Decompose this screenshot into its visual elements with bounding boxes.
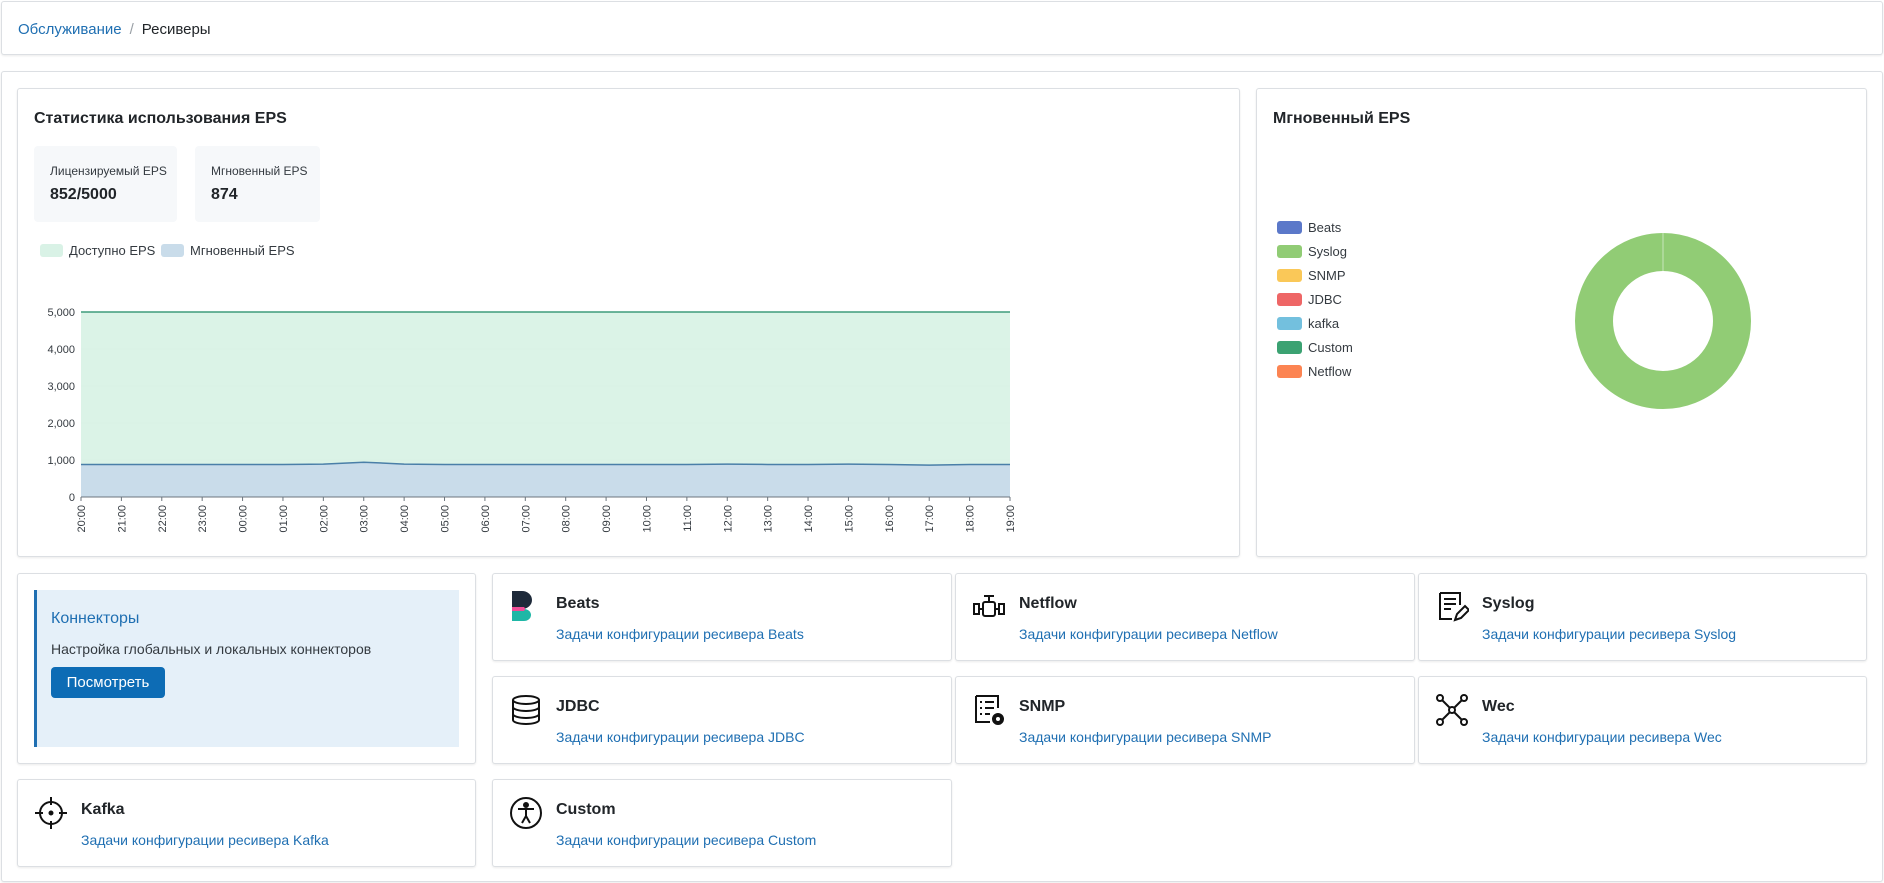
pie-slice-syslog[interactable] xyxy=(1575,233,1751,409)
receiver-config-link[interactable]: Задачи конфигурации ресивера Kafka xyxy=(81,832,329,848)
receiver-tile-beats[interactable]: Beats Задачи конфигурации ресивера Beats xyxy=(492,573,952,661)
x-tick-label: 12:00 xyxy=(722,505,734,533)
breadcrumb-bar: Обслуживание / Ресиверы xyxy=(1,1,1883,55)
x-tick-label: 13:00 xyxy=(763,505,775,533)
eps-area-chart: 5,000 4,000 3,000 2,000 1,000 020:00 21:00 22:0… xyxy=(47,307,1017,533)
legend-instant-eps[interactable]: Мгновенный EPS xyxy=(161,243,295,258)
x-tick-label: 00:00 xyxy=(238,505,250,533)
document-edit-icon xyxy=(1439,592,1469,622)
connectors-callout: Коннекторы Настройка глобальных и локаль… xyxy=(34,590,459,747)
y-tick-label: 3,000 xyxy=(47,381,75,393)
x-tick-label: 08:00 xyxy=(561,505,573,533)
receiver-tile-kafka[interactable]: Kafka Задачи конфигурации ресивера Kafka xyxy=(17,779,476,867)
x-tick-label: 19:00 xyxy=(1005,505,1017,533)
x-tick-label: 17:00 xyxy=(924,505,936,533)
connectors-title: Коннекторы xyxy=(51,610,140,627)
stat-label: Мгновенный EPS xyxy=(211,164,308,178)
legend-available-eps[interactable]: Доступно EPS xyxy=(40,243,155,258)
x-tick-label: 09:00 xyxy=(601,505,613,533)
x-tick-label: 01:00 xyxy=(278,505,290,533)
receiver-title: Kafka xyxy=(81,801,125,818)
receiver-tile-snmp[interactable]: SNMP Задачи конфигурации ресивера SNMP xyxy=(955,676,1415,764)
x-tick-label: 14:00 xyxy=(803,505,815,533)
view-connectors-button[interactable]: Посмотреть xyxy=(51,667,165,698)
receiver-config-link[interactable]: Задачи конфигурации ресивера Custom xyxy=(556,832,816,848)
x-tick-label: 20:00 xyxy=(76,505,88,533)
receiver-tile-wec[interactable]: Wec Задачи конфигурации ресивера Wec xyxy=(1418,676,1867,764)
x-tick-label: 15:00 xyxy=(843,505,855,533)
instant-eps-card: Мгновенный EPS Beats Syslog SNMP JDBC kafka C… xyxy=(1256,88,1867,557)
stat-value: 874 xyxy=(211,186,238,203)
x-tick-label: 23:00 xyxy=(197,505,209,533)
x-tick-label: 02:00 xyxy=(318,505,330,533)
instant-eps-donut-chart xyxy=(1575,233,1751,409)
eps-statistics-card: Статистика использования EPS Лицензируем… xyxy=(17,88,1240,557)
legend-swatch xyxy=(161,244,184,257)
x-tick-label: 10:00 xyxy=(641,505,653,533)
x-tick-label: 18:00 xyxy=(965,505,977,533)
receiver-config-link[interactable]: Задачи конфигурации ресивера Syslog xyxy=(1482,626,1736,642)
y-tick-label: 1,000 xyxy=(47,455,75,467)
y-tick-label: 0 xyxy=(69,492,75,504)
x-tick-label: 16:00 xyxy=(884,505,896,533)
x-tick-label: 03:00 xyxy=(359,505,371,533)
receiver-title: Beats xyxy=(556,595,600,612)
receiver-tile-custom[interactable]: Custom Задачи конфигурации ресивера Cust… xyxy=(492,779,952,867)
beats-logo-icon xyxy=(512,591,532,621)
receiver-config-link[interactable]: Задачи конфигурации ресивера SNMP xyxy=(1019,729,1271,745)
stat-value: 852/5000 xyxy=(50,186,117,203)
receiver-title: Wec xyxy=(1482,698,1515,715)
receiver-title: Syslog xyxy=(1482,595,1535,612)
series-area-1 xyxy=(81,462,1010,497)
receiver-tile-syslog[interactable]: Syslog Задачи конфигурации ресивера Sysl… xyxy=(1418,573,1867,661)
instant-eps-stat: Мгновенный EPS 874 xyxy=(195,146,320,222)
eps-card-title: Статистика использования EPS xyxy=(34,110,287,127)
connectors-description: Настройка глобальных и локальных коннект… xyxy=(51,641,372,657)
y-tick-label: 4,000 xyxy=(47,344,75,356)
licensed-eps-stat: Лицензируемый EPS 852/5000 xyxy=(34,146,177,222)
receiver-tile-jdbc[interactable]: JDBC Задачи конфигурации ресивера JDBC xyxy=(492,676,952,764)
receiver-title: Netflow xyxy=(1019,595,1077,612)
receiver-title: JDBC xyxy=(556,698,600,715)
network-nodes-icon xyxy=(1436,694,1468,726)
receiver-config-link[interactable]: Задачи конфигурации ресивера JDBC xyxy=(556,729,805,745)
y-tick-label: 5,000 xyxy=(47,307,75,319)
accessibility-icon xyxy=(510,797,542,829)
stat-label: Лицензируемый EPS xyxy=(50,164,167,178)
x-tick-label: 21:00 xyxy=(116,505,128,533)
legend-swatch xyxy=(40,244,63,257)
breadcrumb-link-maintenance[interactable]: Обслуживание xyxy=(18,21,122,38)
breadcrumb-separator: / xyxy=(129,21,134,38)
receiver-config-link[interactable]: Задачи конфигурации ресивера Beats xyxy=(556,626,804,642)
crosshair-icon xyxy=(35,797,67,829)
x-tick-label: 05:00 xyxy=(440,505,452,533)
database-icon xyxy=(512,695,540,725)
list-gear-icon xyxy=(975,695,1004,725)
x-tick-label: 06:00 xyxy=(480,505,492,533)
x-tick-label: 07:00 xyxy=(520,505,532,533)
breadcrumb: Обслуживание / Ресиверы xyxy=(18,21,211,38)
breadcrumb-current: Ресиверы xyxy=(141,21,211,38)
receiver-tile-netflow[interactable]: Netflow Задачи конфигурации ресивера Net… xyxy=(955,573,1415,661)
x-tick-label: 22:00 xyxy=(157,505,169,533)
connectors-tile: Коннекторы Настройка глобальных и локаль… xyxy=(17,573,476,764)
receiver-config-link[interactable]: Задачи конфигурации ресивера Wec xyxy=(1482,729,1722,745)
legend-label: Доступно EPS xyxy=(69,243,156,258)
legend-label: Мгновенный EPS xyxy=(190,243,295,258)
x-tick-label: 11:00 xyxy=(682,505,694,532)
pipeline-valve-icon xyxy=(973,595,1005,617)
x-tick-label: 04:00 xyxy=(399,505,411,533)
receiver-config-link[interactable]: Задачи конфигурации ресивера Netflow xyxy=(1019,626,1278,642)
receiver-title: SNMP xyxy=(1019,698,1066,715)
receiver-title: Custom xyxy=(556,801,616,818)
y-tick-label: 2,000 xyxy=(47,418,75,430)
